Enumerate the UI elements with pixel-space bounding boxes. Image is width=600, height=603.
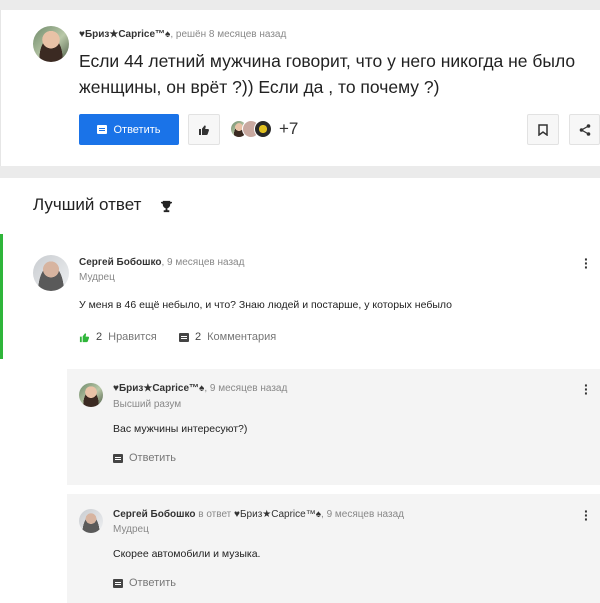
comment-menu-icon[interactable]: · · · <box>584 378 589 400</box>
thumbs-up-icon <box>79 332 90 342</box>
question-meta: ♥Бриз★Caprice™♠, решён 8 месяцев назад <box>79 29 287 40</box>
comment-menu-icon[interactable]: · · · <box>584 504 589 526</box>
comments-count: 2 <box>195 331 202 343</box>
like-action[interactable]: 2 Нравится <box>79 331 157 343</box>
bookmark-button[interactable] <box>527 114 559 145</box>
answer-text: У меня в 46 ещё небыло, и что? Знаю люде… <box>79 299 452 311</box>
like-button[interactable] <box>188 114 220 145</box>
comment-author-avatar[interactable] <box>79 383 103 407</box>
answer-menu-icon[interactable]: · · · <box>584 252 589 274</box>
comment-text: Скорее автомобили и музыка. <box>113 548 261 560</box>
best-answer-accent <box>0 234 3 359</box>
comment-reply-button[interactable]: Ответить <box>113 577 176 589</box>
comment-time: 9 месяцев назад <box>209 383 288 394</box>
likes-count: 2 <box>96 331 103 343</box>
comment-icon <box>97 125 108 134</box>
comment-rank: Высший разум <box>113 399 182 410</box>
answer-meta: Сергей Бобошко, 9 месяцев назад <box>79 257 245 268</box>
reply-label: Ответить <box>129 577 177 589</box>
follower-avatar[interactable] <box>254 120 272 138</box>
comment-time: 9 месяцев назад <box>326 509 404 520</box>
comment-meta: Сергей Бобошко в ответ ♥Бриз★Caprice™♠, … <box>113 509 404 520</box>
trophy-icon <box>160 200 173 216</box>
thumbs-up-icon <box>199 125 209 135</box>
comment-icon <box>179 332 189 342</box>
likes-label: Нравится <box>108 331 157 343</box>
comments-label: Комментария <box>207 331 277 343</box>
answer-rank: Мудрец <box>79 272 115 283</box>
comment-meta: ♥Бриз★Caprice™♠, 9 месяцев назад <box>113 383 288 394</box>
question-status: решён 8 месяцев назад <box>175 29 287 40</box>
answer-time: 9 месяцев назад <box>167 257 245 268</box>
reply-to-prefix: в ответ <box>198 509 232 520</box>
share-icon <box>579 123 590 136</box>
answer-button-label: Ответить <box>113 123 161 136</box>
comment-text: Вас мужчины интересуют?) <box>113 423 248 435</box>
question-title: Если 44 летний мужчина говорит, что у не… <box>79 51 576 97</box>
question-author[interactable]: ♥Бриз★Caprice™♠ <box>79 29 170 40</box>
best-answer-heading: Лучший ответ <box>33 195 142 214</box>
comment-reply-button[interactable]: Ответить <box>113 452 176 464</box>
bookmark-icon <box>538 123 548 136</box>
reply-label: Ответить <box>129 452 177 464</box>
answer-author[interactable]: Сергей Бобошко <box>79 257 161 268</box>
reply-to-author[interactable]: ♥Бриз★Caprice™♠ <box>234 509 321 520</box>
question-author-avatar[interactable] <box>33 26 69 62</box>
answer-button[interactable]: Ответить <box>79 114 179 145</box>
followers-more-count[interactable]: +7 <box>279 119 298 139</box>
comment-author[interactable]: Сергей Бобошко <box>113 509 195 520</box>
comment-rank: Мудрец <box>113 524 149 535</box>
comment-author[interactable]: ♥Бриз★Caprice™♠ <box>113 383 204 394</box>
comment-author-avatar[interactable] <box>79 509 103 533</box>
answer-author-avatar[interactable] <box>33 255 69 291</box>
comment-icon <box>113 453 123 463</box>
comment-icon <box>113 578 123 588</box>
comments-action[interactable]: 2 Комментария <box>179 331 276 343</box>
share-button[interactable] <box>569 114 600 145</box>
